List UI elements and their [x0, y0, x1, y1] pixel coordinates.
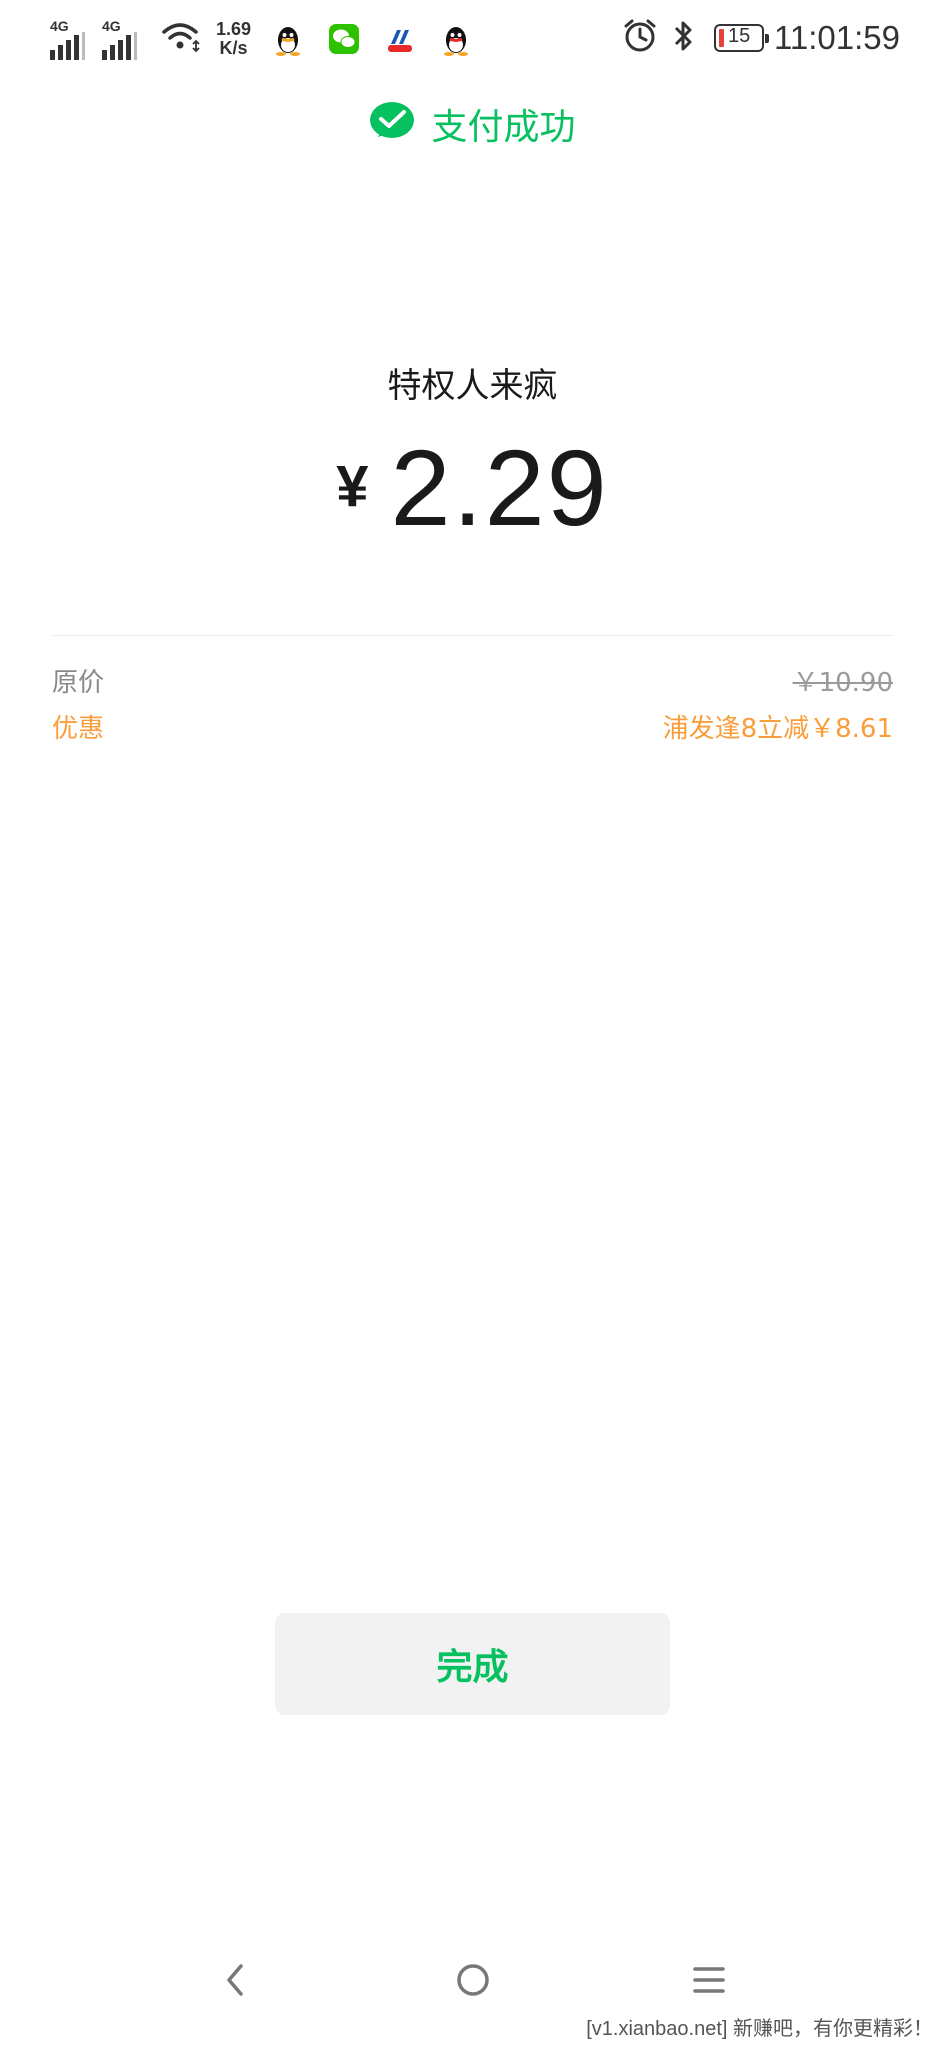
navigation-bar: [0, 1950, 945, 2020]
wifi-icon: [162, 21, 202, 57]
battery-icon: 15: [713, 24, 769, 52]
menu-icon[interactable]: [679, 1950, 739, 2010]
payment-amount: ¥ 2.29: [0, 425, 945, 550]
status-bar-right: 15 11:01:59: [622, 18, 900, 58]
original-price-row: 原价 ￥10.90: [52, 662, 893, 699]
network-speed-value: 1.69: [216, 19, 252, 39]
wechat-icon: [329, 24, 360, 54]
qq-icon: [441, 24, 471, 56]
qq-icon: [273, 24, 303, 56]
watermark: [v1.xianbao.net] 新赚吧，有你更精彩！: [586, 2018, 933, 2040]
payment-header: 支付成功: [0, 98, 945, 150]
wechat-pay-icon: [369, 101, 415, 147]
signal-icon: 4G: [50, 18, 92, 60]
discount-label: 优惠: [52, 714, 105, 744]
original-price-label: 原价: [52, 668, 105, 698]
bluetooth-icon: [672, 19, 696, 57]
currency-symbol: ¥: [336, 454, 369, 519]
alarm-icon: [622, 18, 658, 58]
original-price-value: ￥10.90: [792, 668, 893, 698]
status-bar: 4G 4G 1.69 K/s 15 11:01:59: [0, 0, 945, 80]
done-button[interactable]: 完成: [275, 1613, 670, 1715]
network-speed: 1.69 K/s: [216, 20, 251, 58]
amount-value: 2.29: [390, 427, 609, 548]
network-speed-unit: K/s: [219, 38, 248, 58]
divider: [52, 635, 893, 636]
signal-icon: 4G: [102, 18, 144, 60]
status-time: 11:01:59: [773, 19, 900, 56]
back-icon[interactable]: [205, 1950, 265, 2010]
page-title: 支付成功: [431, 107, 576, 148]
discount-value: 浦发逢8立减￥8.61: [662, 714, 893, 744]
status-bar-left: 4G 4G 1.69 K/s: [50, 18, 497, 60]
merchant-name: 特权人来疯: [387, 366, 558, 406]
battery-level-fill: [718, 29, 724, 47]
discount-row: 优惠 浦发逢8立减￥8.61: [52, 708, 893, 745]
home-icon[interactable]: [443, 1950, 503, 2010]
bank-app-icon: [385, 24, 416, 54]
battery-level: 15: [727, 25, 751, 47]
